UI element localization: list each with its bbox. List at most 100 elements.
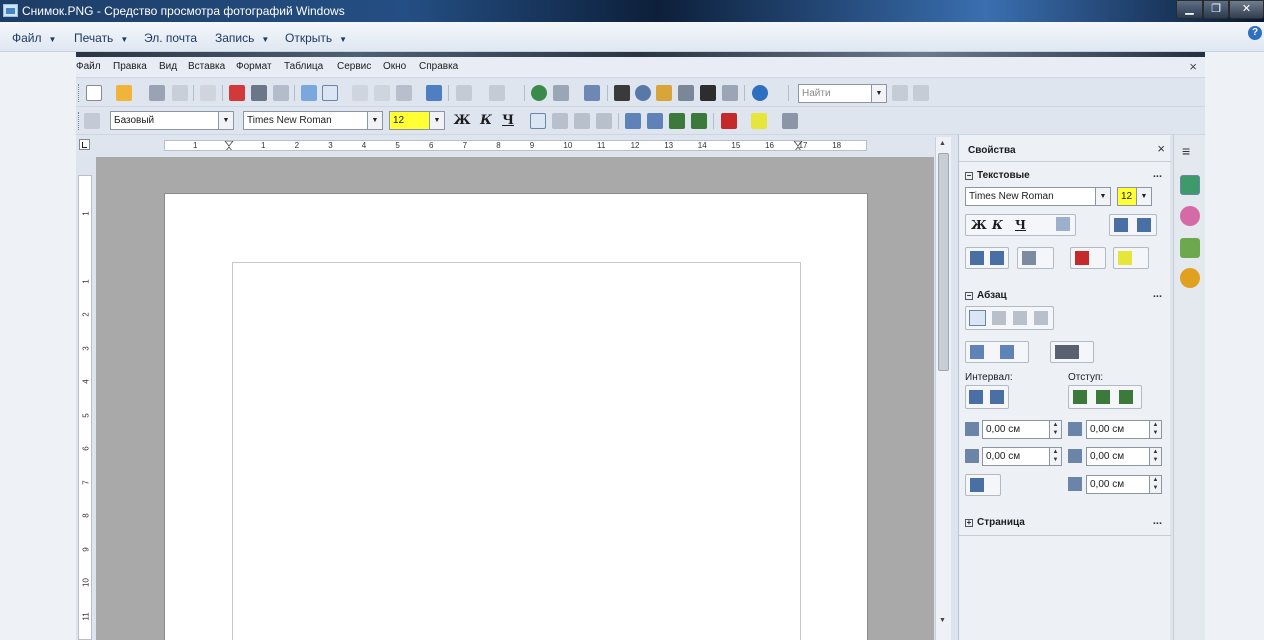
- background-color-icon[interactable]: [782, 113, 798, 129]
- subscript-icon[interactable]: [990, 251, 1004, 265]
- new-document-icon[interactable]: [86, 85, 102, 101]
- toolbar-grip[interactable]: [78, 84, 82, 102]
- toolbar-grip[interactable]: [78, 112, 82, 130]
- bold-button[interactable]: Ж: [453, 111, 471, 131]
- spin-arrows-icon[interactable]: ▲ ▼: [1049, 448, 1061, 465]
- tab-type-icon[interactable]: [79, 139, 90, 150]
- show-draw-functions-icon[interactable]: [584, 85, 600, 101]
- chevron-down-icon[interactable]: ▼: [1095, 188, 1110, 205]
- hanging-indent-icon[interactable]: [1119, 390, 1133, 404]
- align-justify-icon[interactable]: [1034, 311, 1048, 325]
- decrease-indent-icon[interactable]: [1096, 390, 1110, 404]
- spin-arrows-icon[interactable]: ▲ ▼: [1149, 476, 1161, 493]
- first-line-indent-field[interactable]: 0,00 см ▲ ▼: [1086, 475, 1162, 494]
- sidebar-italic-button[interactable]: К: [992, 218, 1003, 232]
- align-left-icon[interactable]: [969, 310, 986, 326]
- print-preview-icon[interactable]: [273, 85, 289, 101]
- paragraph-style-select[interactable]: Базовый ▼: [110, 111, 234, 130]
- indent-marker[interactable]: [224, 141, 234, 147]
- align-justify-icon[interactable]: [596, 113, 612, 129]
- viewer-menu-open[interactable]: Открыть ▼: [285, 31, 347, 45]
- sidebar-menu-icon[interactable]: ≡: [1182, 143, 1190, 159]
- zoom-icon[interactable]: [722, 85, 738, 101]
- indent-marker[interactable]: [225, 146, 233, 151]
- chevron-down-icon[interactable]: ▼: [1136, 188, 1151, 205]
- viewer-menu-print[interactable]: Печать ▼: [74, 31, 128, 45]
- spin-arrows-icon[interactable]: ▲ ▼: [1149, 448, 1161, 465]
- writer-menu-view[interactable]: Вид: [159, 61, 177, 72]
- writer-menu-insert[interactable]: Вставка: [188, 61, 225, 72]
- more-options-icon[interactable]: ...: [1153, 168, 1162, 180]
- sidebar-highlight-button[interactable]: [1113, 247, 1149, 269]
- close-button[interactable]: ✕: [1229, 0, 1264, 19]
- navigator-tab-icon[interactable]: [1180, 268, 1200, 288]
- email-icon[interactable]: [172, 85, 188, 101]
- numbering-icon[interactable]: [625, 113, 641, 129]
- scrollbar-thumb[interactable]: [938, 153, 949, 371]
- find-next-icon[interactable]: [892, 85, 908, 101]
- align-center-icon[interactable]: [992, 311, 1006, 325]
- chevron-down-icon[interactable]: ▼: [871, 85, 886, 102]
- find-previous-icon[interactable]: [913, 85, 929, 101]
- paragraph-section-header[interactable]: − Абзац: [965, 290, 1007, 301]
- redo-icon[interactable]: [489, 85, 505, 101]
- properties-tab-icon[interactable]: [1180, 175, 1200, 195]
- increase-font-icon[interactable]: [1114, 218, 1128, 232]
- underline-button[interactable]: Ч: [499, 111, 517, 131]
- bullets-icon[interactable]: [970, 345, 984, 359]
- navigator-icon[interactable]: [635, 85, 651, 101]
- clone-formatting-icon[interactable]: [426, 85, 442, 101]
- text-area-boundaries[interactable]: [232, 262, 801, 640]
- chevron-down-icon[interactable]: ▼: [367, 112, 382, 129]
- sidebar-font-name-select[interactable]: Times New Roman ▼: [965, 187, 1111, 206]
- spin-arrows-icon[interactable]: ▲ ▼: [1149, 421, 1161, 438]
- paste-icon[interactable]: [396, 85, 412, 101]
- increase-indent-icon[interactable]: [1073, 390, 1087, 404]
- writer-menu-format[interactable]: Формат: [236, 61, 272, 72]
- align-right-icon[interactable]: [574, 113, 590, 129]
- font-size-select[interactable]: 12 ▼: [389, 111, 445, 130]
- writer-menu-file[interactable]: Файл: [76, 61, 101, 72]
- edit-mode-icon[interactable]: [200, 85, 216, 101]
- numbering-icon[interactable]: [1000, 345, 1014, 359]
- copy-icon[interactable]: [374, 85, 390, 101]
- cut-icon[interactable]: [352, 85, 368, 101]
- more-options-icon[interactable]: ...: [1153, 515, 1162, 527]
- highlighting-icon[interactable]: [751, 113, 767, 129]
- align-left-icon[interactable]: [530, 113, 546, 129]
- spin-arrows-icon[interactable]: ▲ ▼: [1049, 421, 1061, 438]
- page-section-header[interactable]: + Страница: [965, 517, 1025, 528]
- sidebar-font-color-button[interactable]: [1070, 247, 1106, 269]
- sidebar-font-size-select[interactable]: 12 ▼: [1117, 187, 1152, 206]
- more-options-icon[interactable]: ...: [1153, 288, 1162, 300]
- scroll-down-icon[interactable]: ▼: [939, 617, 946, 624]
- writer-menu-edit[interactable]: Правка: [113, 61, 147, 72]
- find-replace-icon[interactable]: [614, 85, 630, 101]
- styles-icon[interactable]: [84, 113, 100, 129]
- writer-menu-tools[interactable]: Сервис: [337, 61, 371, 72]
- increase-indent-icon[interactable]: [691, 113, 707, 129]
- writer-menu-help[interactable]: Справка: [419, 61, 458, 72]
- italic-button[interactable]: К: [477, 111, 495, 131]
- shadow-icon[interactable]: [1056, 217, 1070, 231]
- viewer-menu-email[interactable]: Эл. почта: [144, 31, 197, 45]
- vertical-scrollbar[interactable]: ▲ ▼: [935, 137, 951, 640]
- open-folder-icon[interactable]: [116, 85, 132, 101]
- chevron-down-icon[interactable]: ▼: [429, 112, 444, 129]
- export-pdf-icon[interactable]: [229, 85, 245, 101]
- indent-before-field[interactable]: 0,00 см ▲ ▼: [1086, 420, 1162, 439]
- decrease-font-icon[interactable]: [1137, 218, 1151, 232]
- viewer-menu-burn[interactable]: Запись ▼: [215, 31, 269, 45]
- gallery-tab-icon[interactable]: [1180, 238, 1200, 258]
- document-page[interactable]: [164, 193, 868, 640]
- print-icon[interactable]: [251, 85, 267, 101]
- formatting-marks-icon[interactable]: [700, 85, 716, 101]
- sidebar-underline-button[interactable]: Ч: [1015, 218, 1026, 232]
- hyperlink-icon[interactable]: [531, 85, 547, 101]
- writer-menu-table[interactable]: Таблица: [284, 61, 323, 72]
- superscript-icon[interactable]: [970, 251, 984, 265]
- align-right-icon[interactable]: [1013, 311, 1027, 325]
- minimize-button[interactable]: ▁: [1176, 0, 1203, 19]
- paragraph-background-button[interactable]: [1050, 341, 1094, 363]
- line-spacing-button[interactable]: [965, 474, 1001, 496]
